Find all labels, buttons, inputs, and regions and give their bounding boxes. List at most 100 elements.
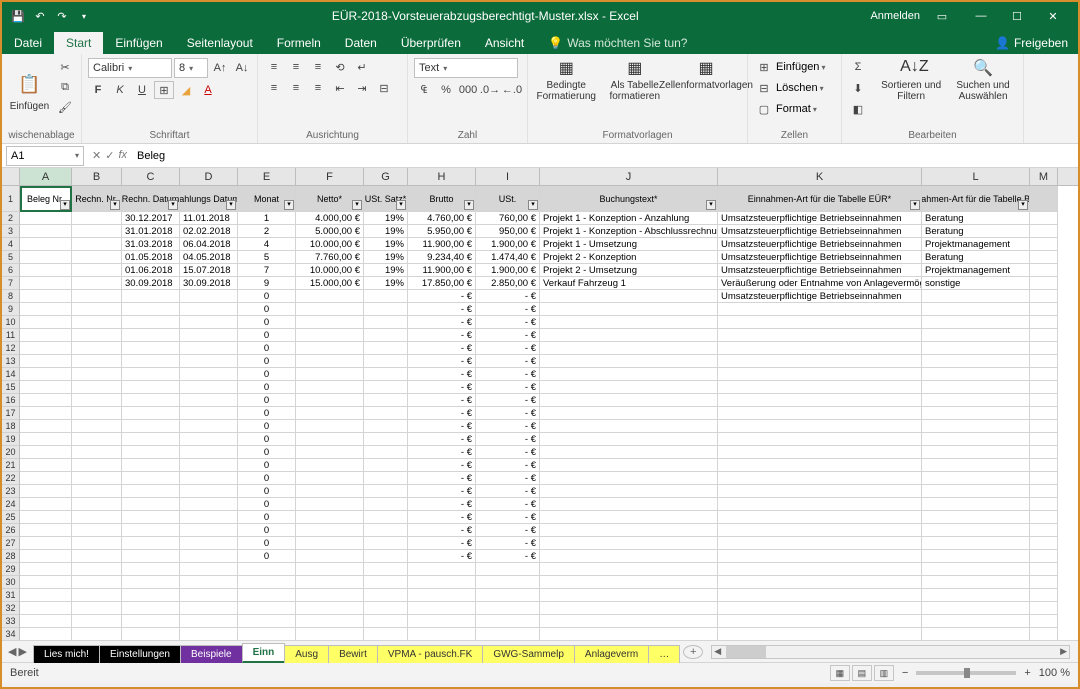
cell[interactable]: 0 (238, 290, 296, 303)
cell[interactable] (122, 355, 180, 368)
cell[interactable] (922, 420, 1030, 433)
cell[interactable] (922, 485, 1030, 498)
cell[interactable] (20, 277, 72, 290)
column-header-A[interactable]: A (20, 168, 72, 185)
cell[interactable] (122, 290, 180, 303)
cell[interactable]: Beratung (922, 225, 1030, 238)
cell[interactable]: Einnahmen-Art für die Tabelle BWA*▾ (922, 186, 1030, 212)
cell[interactable] (364, 303, 408, 316)
filter-icon[interactable]: ▾ (528, 200, 538, 210)
cell[interactable]: Brutto▾ (408, 186, 476, 212)
cell[interactable] (540, 576, 718, 589)
insert-cells-button[interactable]: ⊞Einfügen▾ (754, 58, 825, 76)
row-header[interactable]: 3 (2, 225, 20, 238)
cell[interactable] (718, 316, 922, 329)
delete-cells-button[interactable]: ⊟Löschen▾ (754, 79, 825, 97)
cell[interactable] (364, 342, 408, 355)
cell[interactable]: 30.09.2018 (180, 277, 238, 290)
cell[interactable] (238, 563, 296, 576)
cell[interactable] (238, 576, 296, 589)
cell[interactable] (20, 329, 72, 342)
cell[interactable]: - € (408, 329, 476, 342)
borders-button[interactable]: ⊞ (154, 81, 174, 99)
row-header[interactable]: 6 (2, 264, 20, 277)
cell[interactable] (20, 485, 72, 498)
cell[interactable]: 0 (238, 472, 296, 485)
row-header[interactable]: 8 (2, 290, 20, 303)
close-icon[interactable]: ✕ (1036, 5, 1070, 27)
row-header[interactable]: 24 (2, 498, 20, 511)
cell[interactable]: Rechn. Datum▾ (122, 186, 180, 212)
cell[interactable]: 17.850,00 € (408, 277, 476, 290)
cell[interactable] (922, 407, 1030, 420)
cell[interactable] (718, 394, 922, 407)
cell[interactable] (296, 472, 364, 485)
cell[interactable] (20, 589, 72, 602)
cell[interactable]: Projekt 1 - Konzeption - Anzahlung (540, 212, 718, 225)
tab-insert[interactable]: Einfügen (103, 32, 174, 54)
cell[interactable] (364, 511, 408, 524)
cell[interactable] (718, 433, 922, 446)
cell[interactable] (122, 498, 180, 511)
cell[interactable] (72, 628, 122, 640)
cell[interactable]: - € (476, 394, 540, 407)
cell[interactable] (72, 602, 122, 615)
cell[interactable] (922, 537, 1030, 550)
decrease-indent-icon[interactable]: ⇤ (330, 79, 350, 97)
cell[interactable] (20, 459, 72, 472)
cancel-formula-icon[interactable]: ✕ (92, 149, 101, 162)
cell[interactable] (180, 615, 238, 628)
cell[interactable]: Projektmanagement (922, 238, 1030, 251)
cell[interactable]: 1.474,40 € (476, 251, 540, 264)
underline-button[interactable]: U (132, 81, 152, 99)
cell[interactable] (122, 459, 180, 472)
cell[interactable]: Beleg Nr.▾ (20, 186, 72, 212)
cell[interactable] (718, 498, 922, 511)
filter-icon[interactable]: ▾ (168, 200, 178, 210)
zoom-out-icon[interactable]: − (902, 667, 908, 679)
cell[interactable]: sonstige (922, 277, 1030, 290)
number-format-combo[interactable]: Text▾ (414, 58, 518, 78)
format-cells-button[interactable]: ▢Format▾ (754, 100, 825, 118)
filter-icon[interactable]: ▾ (110, 200, 120, 210)
cell[interactable] (122, 420, 180, 433)
cell[interactable] (72, 316, 122, 329)
cell[interactable]: 10.000,00 € (296, 238, 364, 251)
align-top-icon[interactable]: ≡ (264, 58, 284, 76)
row-header[interactable]: 22 (2, 472, 20, 485)
cell[interactable]: 15.000,00 € (296, 277, 364, 290)
cell[interactable] (540, 368, 718, 381)
cell[interactable] (296, 368, 364, 381)
cell[interactable] (1030, 355, 1058, 368)
cell[interactable]: Einnahmen-Art für die Tabelle EÜR*▾ (718, 186, 922, 212)
cell[interactable] (540, 615, 718, 628)
cell[interactable] (1030, 238, 1058, 251)
cell[interactable] (540, 628, 718, 640)
cell[interactable] (364, 485, 408, 498)
cell[interactable]: Rechn. Nr.▾ (72, 186, 122, 212)
cell[interactable] (540, 472, 718, 485)
cell[interactable] (922, 329, 1030, 342)
font-name-combo[interactable]: Calibri▾ (88, 58, 172, 78)
cell[interactable]: 5 (238, 251, 296, 264)
cell[interactable] (1030, 459, 1058, 472)
cell[interactable]: 0 (238, 446, 296, 459)
cell[interactable]: - € (408, 342, 476, 355)
worksheet-grid[interactable]: ABCDEFGHIJKLM 12345678910111213141516171… (2, 168, 1078, 640)
cell[interactable]: 0 (238, 368, 296, 381)
cell[interactable] (180, 381, 238, 394)
cell[interactable] (540, 524, 718, 537)
cell[interactable] (540, 290, 718, 303)
cell[interactable] (180, 290, 238, 303)
cell[interactable]: - € (476, 498, 540, 511)
cell[interactable] (364, 433, 408, 446)
cell[interactable] (922, 472, 1030, 485)
cell[interactable] (540, 316, 718, 329)
cell[interactable]: Beratung (922, 212, 1030, 225)
cell[interactable] (1030, 316, 1058, 329)
cell[interactable]: - € (476, 368, 540, 381)
copy-icon[interactable]: ⧉ (55, 78, 75, 96)
font-color-button[interactable]: A (198, 81, 218, 99)
cell[interactable] (1030, 498, 1058, 511)
tab-home[interactable]: Start (54, 32, 103, 54)
